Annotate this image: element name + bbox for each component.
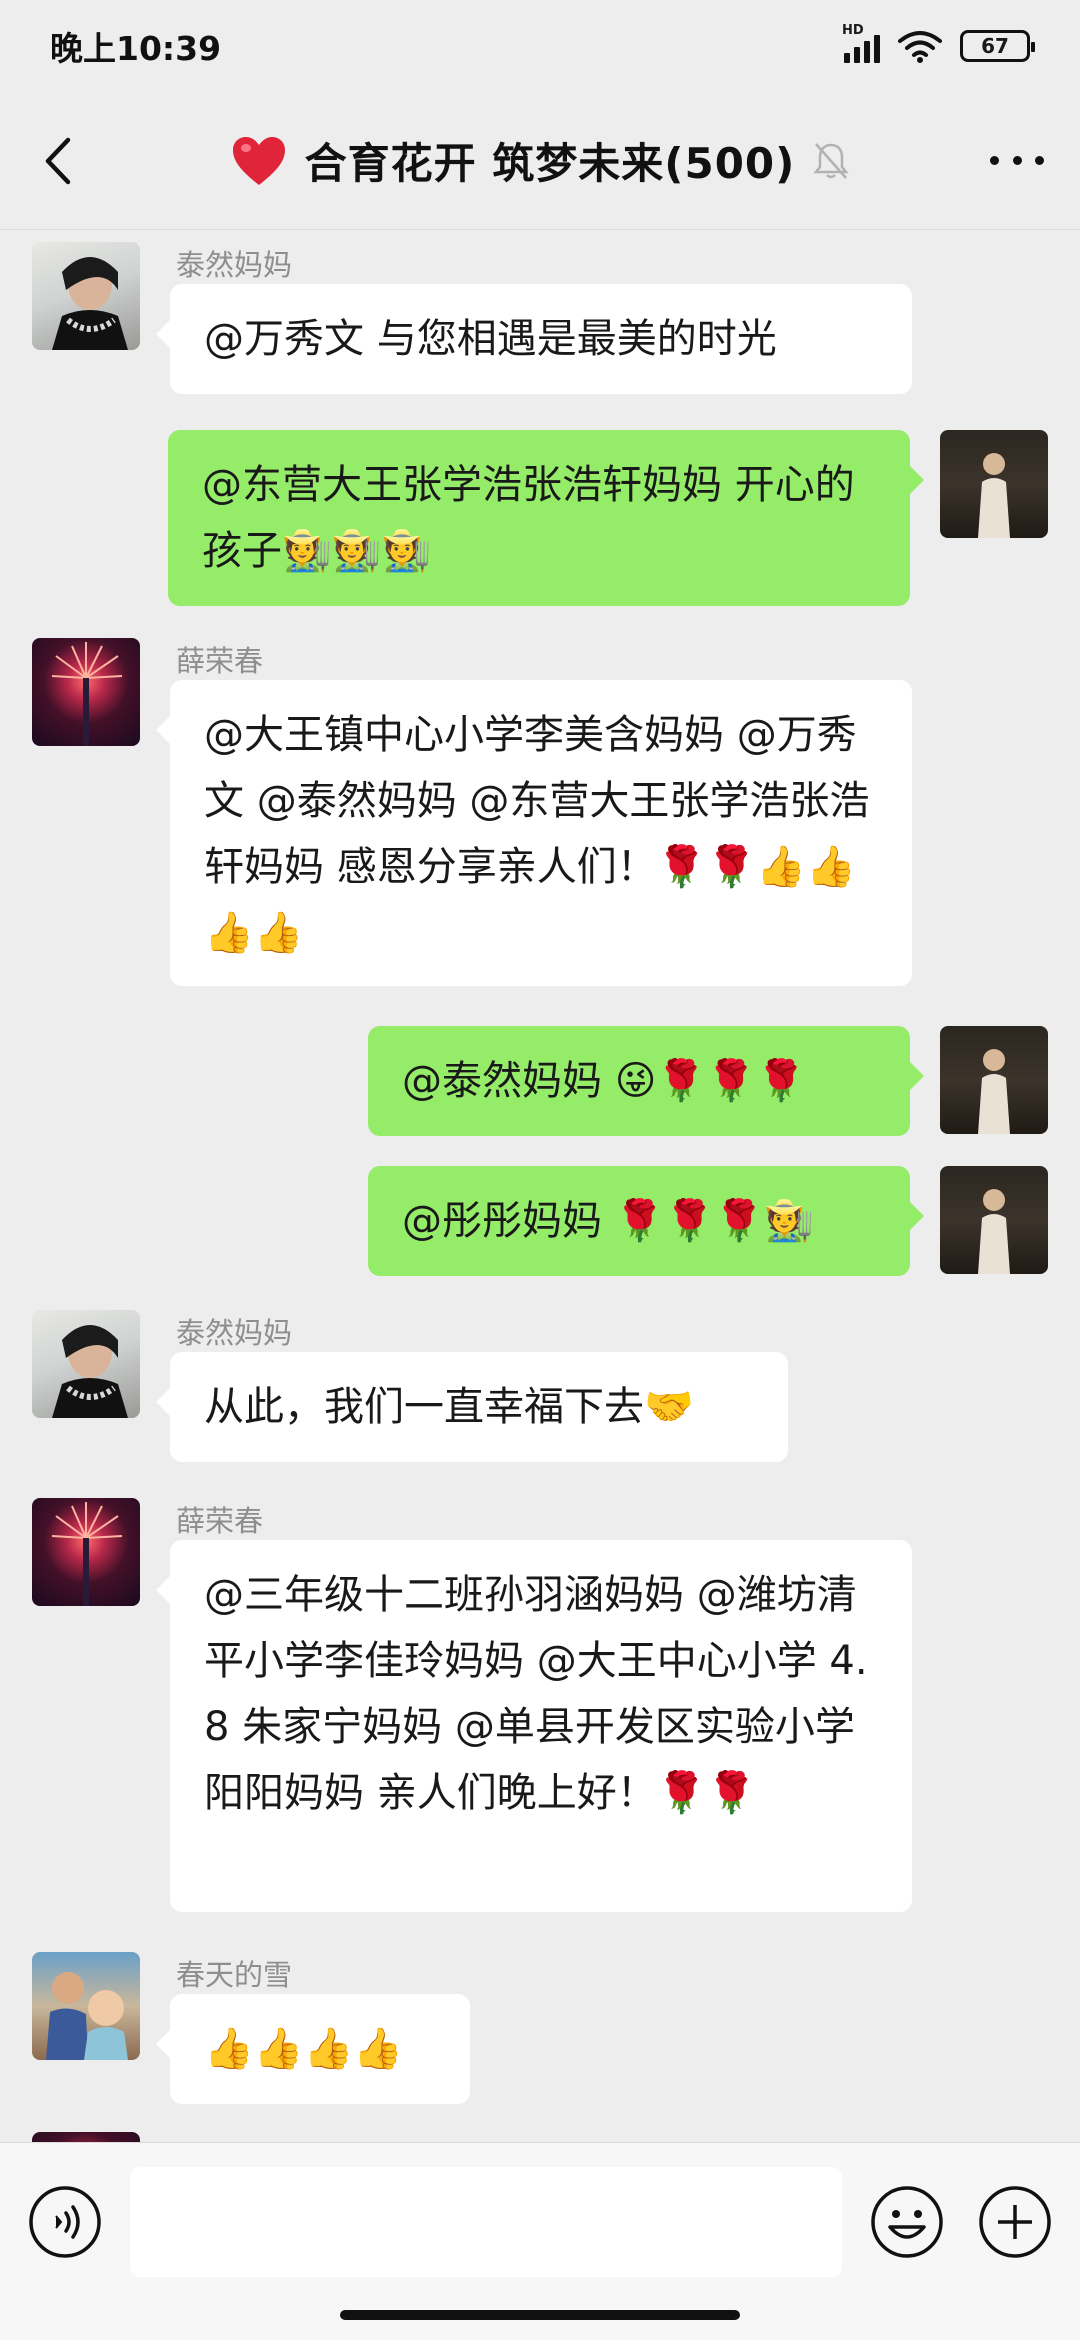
avatar[interactable] — [32, 1952, 140, 2060]
sender-name: 泰然妈妈 — [176, 1316, 293, 1350]
sender-name: 薛荣春 — [176, 1504, 264, 1538]
status-bar: 晚上10:39 HD 67 — [0, 0, 1080, 92]
status-time: 晚上10:39 — [50, 29, 222, 68]
battery-icon: 67 — [960, 30, 1035, 62]
sender-name: 春天的雪 — [176, 1958, 293, 1992]
message-bubble[interactable]: @三年级十二班孙羽涵妈妈 @潍坊清平小学李佳玲妈妈 @大王中心小学 4.8 朱家… — [156, 1540, 912, 1912]
message-input[interactable] — [130, 2167, 842, 2277]
avatar[interactable] — [32, 242, 140, 350]
avatar[interactable] — [940, 1026, 1048, 1134]
message-bubble[interactable]: @大王镇中心小学李美含妈妈 @万秀文 @泰然妈妈 @东营大王张学浩张浩轩妈妈 感… — [156, 680, 912, 986]
avatar[interactable] — [32, 2132, 140, 2142]
avatar[interactable] — [940, 430, 1048, 538]
message-row: 春天的雪 👍👍👍👍 — [0, 1952, 1080, 2112]
plus-icon[interactable] — [978, 2185, 1052, 2259]
message-bubble[interactable]: 👍👍👍👍 — [156, 1994, 470, 2104]
chat-title: 合育花开 筑梦未来(500) — [304, 139, 796, 188]
message-row: @彤彤妈妈 🌹🌹🌹🧑‍🌾 — [0, 1166, 1080, 1276]
message-row: 薛荣春 @三年级十二班孙羽涵妈妈 @潍坊清平小学李佳玲妈妈 @大王中心小学 4.… — [0, 1498, 1080, 1938]
message-bubble[interactable]: @万秀文 与您相遇是最美的时光 — [156, 284, 912, 394]
message-row: @东营大王张学浩张浩轩妈妈 开心的孩子🧑‍🌾🧑‍🌾🧑‍🌾 — [0, 430, 1080, 610]
mute-icon — [813, 142, 849, 179]
home-indicator[interactable] — [340, 2310, 740, 2320]
message-row: @泰然妈妈 😜🌹🌹🌹 — [0, 1026, 1080, 1136]
sender-name: 薛荣春 — [176, 644, 264, 678]
chat-title-group[interactable]: 合育花开 筑梦未来(500) — [231, 130, 850, 191]
signal-icon: HD — [842, 23, 880, 63]
avatar[interactable] — [32, 1498, 140, 1606]
message-row: 泰然妈妈 从此，我们一直幸福下去🤝 — [0, 1310, 1080, 1470]
message-row: 泰然妈妈 @万秀文 与您相遇是最美的时光 — [0, 242, 1080, 394]
message-bubble[interactable]: 从此，我们一直幸福下去🤝 — [156, 1352, 788, 1462]
battery-level: 67 — [981, 34, 1009, 58]
more-icon[interactable] — [990, 150, 1044, 170]
message-list[interactable]: 泰然妈妈 @万秀文 与您相遇是最美的时光 @东营大王张学浩张浩轩妈妈 开心的孩子… — [0, 230, 1080, 2142]
message-bubble[interactable]: @泰然妈妈 😜🌹🌹🌹 — [368, 1026, 924, 1136]
sender-name: 泰然妈妈 — [176, 248, 293, 282]
voice-icon[interactable] — [28, 2185, 102, 2259]
avatar[interactable] — [32, 1310, 140, 1418]
heart-icon — [232, 136, 285, 185]
message-bubble[interactable]: @东营大王张学浩张浩轩妈妈 开心的孩子🧑‍🌾🧑‍🌾🧑‍🌾 — [168, 430, 924, 606]
back-icon[interactable] — [38, 136, 78, 186]
message-row: 薛荣春 @大王镇中心小学李美含妈妈 @万秀文 @泰然妈妈 @东营大王张学浩张浩轩… — [0, 638, 1080, 1038]
avatar[interactable] — [32, 638, 140, 746]
chat-header: 合育花开 筑梦未来(500) — [0, 92, 1080, 230]
status-indicators: HD 67 — [842, 23, 1035, 63]
avatar[interactable] — [940, 1166, 1048, 1274]
wifi-icon — [898, 31, 942, 63]
message-bubble[interactable]: @彤彤妈妈 🌹🌹🌹🧑‍🌾 — [368, 1166, 924, 1276]
network-type: HD — [842, 23, 864, 38]
emoji-icon[interactable] — [870, 2185, 944, 2259]
